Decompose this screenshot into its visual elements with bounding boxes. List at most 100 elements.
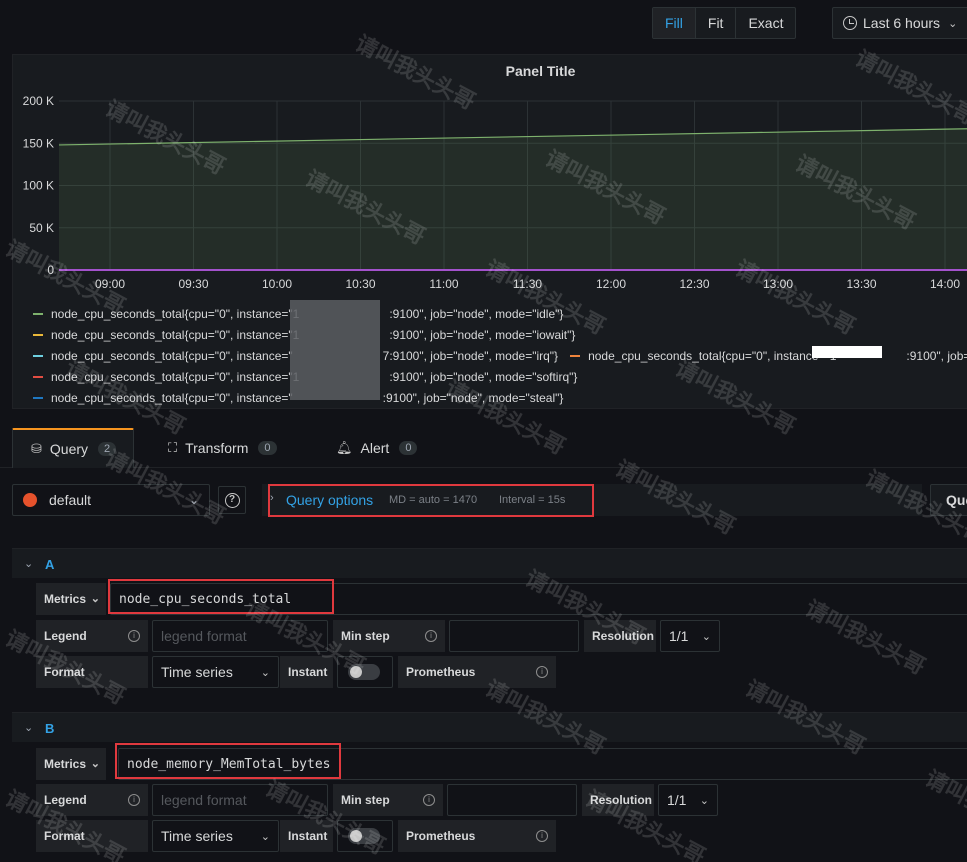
tab-transform-label: Transform — [185, 440, 249, 456]
query-letter: A — [45, 557, 55, 572]
query-inspector-button[interactable]: Que — [930, 484, 967, 516]
zoom-mode-switch: Fill Fit Exact — [652, 7, 797, 39]
highlight-box — [268, 484, 594, 517]
chevron-down-icon: ⌄ — [260, 831, 270, 843]
chevron-down-icon: ⌄ — [90, 593, 100, 605]
legend-row: node_cpu_seconds_total{cpu="0", instance… — [33, 387, 967, 408]
x-tick-label: 09:00 — [95, 277, 125, 291]
legend-format-input[interactable]: legend format — [152, 784, 328, 816]
clock-icon — [843, 16, 857, 30]
database-icon: ⛁ — [31, 441, 42, 456]
y-tick-label: 100 K — [23, 179, 54, 193]
tab-query[interactable]: ⛁ Query 2 — [12, 428, 134, 468]
legend-label: node_cpu_seconds_total{cpu="0", instance… — [588, 348, 837, 363]
instant-toggle-box — [337, 820, 393, 852]
chevron-down-icon: ⌄ — [948, 17, 958, 30]
legend-label-suffix: :9100", job=" — [906, 348, 967, 363]
resolution-label: Resolution — [582, 784, 654, 816]
legend-swatch — [33, 375, 43, 378]
legend-row: node_cpu_seconds_total{cpu="0", instance… — [33, 324, 967, 345]
legend-label-suffix: :9100", job="node", mode="steal"} — [382, 390, 564, 405]
x-tick-label: 10:30 — [345, 277, 375, 291]
legend-label-suffix: :9100", job="node", mode="idle"} — [389, 306, 564, 321]
legend-label-cell: Legend i — [36, 784, 148, 816]
info-icon: i — [536, 666, 548, 678]
query-letter: B — [45, 721, 55, 736]
metrics-label[interactable]: Metrics ⌄ — [36, 748, 106, 780]
tab-transform-count: 0 — [258, 441, 277, 455]
x-tick-label: 11:00 — [429, 277, 458, 291]
bell-icon: 🔔︎ — [336, 440, 353, 455]
time-range-label: Last 6 hours — [863, 15, 941, 31]
tab-transform[interactable]: ⛶ Transform 0 — [150, 428, 295, 468]
legend-label-suffix: :9100", job="node", mode="iowait"} — [389, 327, 576, 342]
prometheus-label: Prometheus i — [398, 656, 556, 688]
highlight-box — [115, 743, 341, 779]
time-range-picker[interactable]: Last 6 hours ⌄ — [832, 7, 967, 39]
info-icon: i — [128, 794, 140, 806]
min-step-label-text: Min step — [341, 793, 390, 807]
question-icon: ? — [224, 492, 240, 508]
legend-label: node_cpu_seconds_total{cpu="0", instance… — [51, 327, 300, 342]
legend-swatch — [33, 312, 43, 315]
legend-label-suffix: :9100", job="node", mode="softirq"} — [389, 369, 578, 384]
legend-row: node_cpu_seconds_total{cpu="0", instance… — [33, 366, 967, 387]
resolution-select[interactable]: 1/1 ⌄ — [660, 620, 720, 652]
metrics-label[interactable]: Metrics ⌄ — [36, 583, 106, 615]
y-tick-label: 200 K — [23, 94, 54, 108]
y-tick-label: 50 K — [29, 221, 54, 235]
chevron-down-icon: ⌄ — [24, 722, 34, 734]
query-a-header[interactable]: ⌄ A — [12, 548, 967, 578]
prometheus-label-text: Prometheus — [406, 829, 476, 843]
legend-format-input[interactable]: legend format — [152, 620, 328, 652]
y-tick-label: 0 — [47, 263, 54, 277]
zoom-fit-button[interactable]: Fit — [696, 8, 737, 38]
instant-toggle[interactable] — [348, 664, 380, 680]
format-select[interactable]: Time series ⌄ — [152, 656, 279, 688]
min-step-input[interactable] — [447, 784, 577, 816]
datasource-picker[interactable]: default ⌄ — [12, 484, 210, 516]
chevron-down-icon: ⌄ — [699, 795, 709, 807]
x-tick-label: 13:00 — [763, 277, 793, 291]
format-label: Format — [36, 656, 148, 688]
tab-alert-count: 0 — [399, 441, 418, 455]
x-tick-label: 10:00 — [262, 277, 292, 291]
datasource-name: default — [49, 492, 92, 508]
resolution-value: 1/1 — [669, 628, 689, 644]
format-select[interactable]: Time series ⌄ — [152, 820, 279, 852]
redaction-blur — [290, 300, 380, 400]
transform-icon: ⛶ — [168, 440, 178, 455]
redaction-white — [812, 346, 882, 358]
legend-item-extra[interactable]: node_cpu_seconds_total{cpu="0", instance… — [570, 349, 967, 363]
legend-label-text: Legend — [44, 629, 87, 643]
top-toolbar: Fill Fit Exact Last 6 hours ⌄ — [0, 0, 967, 46]
instant-toggle[interactable] — [348, 828, 380, 844]
query-b-header[interactable]: ⌄ B — [12, 712, 967, 742]
legend-label-cell: Legend i — [36, 620, 148, 652]
legend-row: node_cpu_seconds_total{cpu="0", instance… — [33, 303, 967, 324]
tab-query-count: 2 — [98, 442, 117, 456]
tab-alert[interactable]: 🔔︎ Alert 0 — [318, 428, 435, 468]
prometheus-logo-icon — [23, 493, 37, 507]
info-icon: i — [425, 630, 437, 642]
min-step-input[interactable] — [449, 620, 579, 652]
legend-label: node_cpu_seconds_total{cpu="0", instance… — [51, 390, 293, 405]
chevron-down-icon: ⌄ — [90, 758, 100, 770]
tab-query-label: Query — [49, 441, 89, 457]
x-tick-label: 14:00 — [930, 277, 960, 291]
chevron-down-icon: ⌄ — [260, 667, 270, 679]
zoom-fill-button[interactable]: Fill — [653, 8, 696, 38]
zoom-exact-button[interactable]: Exact — [736, 8, 795, 38]
resolution-select[interactable]: 1/1 ⌄ — [658, 784, 718, 816]
prometheus-label-text: Prometheus — [406, 665, 476, 679]
legend-label: node_cpu_seconds_total{cpu="0", instance… — [51, 369, 300, 384]
series-area — [59, 128, 967, 270]
chevron-down-icon: ⌄ — [24, 558, 34, 570]
min-step-label: Min step i — [333, 784, 443, 816]
help-button[interactable]: ? — [218, 486, 246, 514]
resolution-value: 1/1 — [667, 792, 687, 808]
min-step-label-text: Min step — [341, 629, 390, 643]
info-icon: i — [423, 794, 435, 806]
x-tick-label: 12:00 — [596, 277, 626, 291]
info-icon: i — [536, 830, 548, 842]
